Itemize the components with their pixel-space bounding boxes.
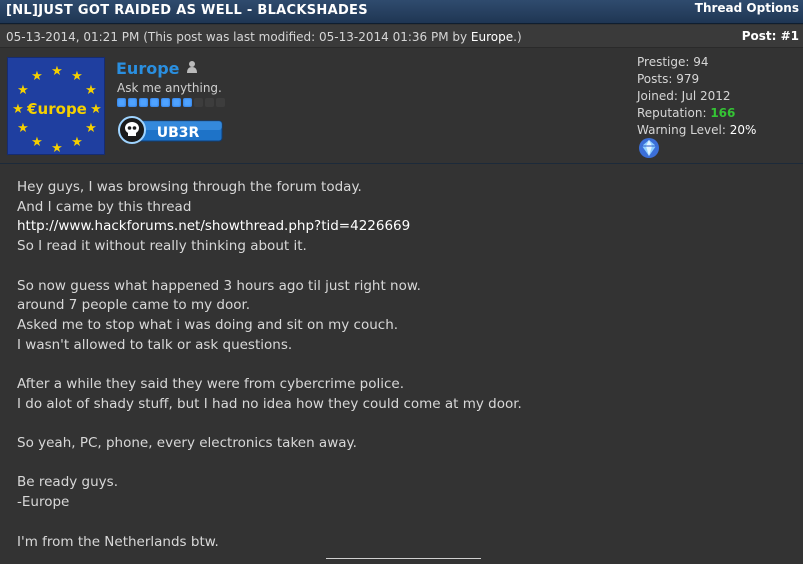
thread-header: [NL]JUST GOT RAIDED AS WELL - BLACKSHADE… bbox=[0, 0, 803, 24]
rep-pip bbox=[194, 98, 203, 107]
message-line: And I came by this thread bbox=[17, 198, 192, 215]
stat-prestige: Prestige: 94 bbox=[637, 55, 709, 69]
modified-by-user-link[interactable]: Europe bbox=[471, 30, 513, 44]
rep-pip bbox=[161, 98, 170, 107]
rep-pip bbox=[205, 98, 214, 107]
userbar-lettering: UB3R bbox=[157, 125, 200, 141]
online-status-icon bbox=[186, 59, 198, 78]
svg-text:★: ★ bbox=[90, 102, 102, 117]
thread-link[interactable]: http://www.hackforums.net/showthread.php… bbox=[17, 217, 787, 237]
post-number-link[interactable]: Post: #1 bbox=[742, 29, 799, 43]
message-line: So yeah, PC, phone, every electronics ta… bbox=[17, 435, 357, 452]
user-stats: Prestige: 94 Posts: 979 Joined: Jul 2012… bbox=[637, 54, 756, 139]
avatar[interactable]: ★ ★ ★ ★ ★ ★ ★ ★ ★ ★ ★ ★ €urope bbox=[7, 57, 105, 155]
rep-pip bbox=[216, 98, 225, 107]
username-link[interactable]: Europe bbox=[116, 59, 180, 78]
message-line: I do alot of shady stuff, but I had no i… bbox=[17, 395, 522, 412]
eu-flag-avatar-image: ★ ★ ★ ★ ★ ★ ★ ★ ★ ★ ★ ★ €urope bbox=[8, 58, 104, 155]
user-title: Ask me anything. bbox=[117, 81, 222, 95]
post-date: 05-13-2014, 01:21 PM bbox=[6, 30, 140, 44]
rep-pip bbox=[139, 98, 148, 107]
svg-text:★: ★ bbox=[71, 69, 83, 84]
svg-text:★: ★ bbox=[17, 83, 29, 98]
rep-pip bbox=[128, 98, 137, 107]
svg-text:★: ★ bbox=[31, 69, 43, 84]
post-message: Hey guys, I was browsing through the for… bbox=[17, 178, 787, 552]
reputation-value-link[interactable]: 166 bbox=[710, 106, 735, 120]
author-panel: ★ ★ ★ ★ ★ ★ ★ ★ ★ ★ ★ ★ €urope Europe As… bbox=[0, 49, 803, 164]
message-line: I wasn't allowed to talk or ask question… bbox=[17, 336, 293, 353]
stat-posts: Posts: 979 bbox=[637, 72, 700, 86]
svg-text:★: ★ bbox=[31, 135, 43, 150]
post-modified-prefix: (This post was last modified: 05-13-2014… bbox=[143, 30, 471, 44]
svg-text:★: ★ bbox=[71, 135, 83, 150]
post-modified-suffix: .) bbox=[513, 30, 522, 44]
svg-text:★: ★ bbox=[17, 121, 29, 136]
rep-pip bbox=[183, 98, 192, 107]
thread-title: [NL]JUST GOT RAIDED AS WELL - BLACKSHADE… bbox=[6, 3, 368, 18]
reputation-label: Reputation: bbox=[637, 106, 711, 120]
svg-text:★: ★ bbox=[85, 83, 97, 98]
message-line: Asked me to stop what i was doing and si… bbox=[17, 316, 399, 333]
message-line: Hey guys, I was browsing through the for… bbox=[17, 179, 362, 195]
warning-value: 20% bbox=[729, 123, 757, 137]
rep-pip bbox=[150, 98, 159, 107]
message-line: I'm from the Netherlands btw. bbox=[17, 533, 219, 550]
svg-text:★: ★ bbox=[51, 141, 63, 155]
post-date-line: 05-13-2014, 01:21 PM (This post was last… bbox=[6, 30, 522, 44]
thread-options-button[interactable]: Thread Options bbox=[695, 1, 799, 15]
post-meta-bar: 05-13-2014, 01:21 PM (This post was last… bbox=[0, 25, 803, 48]
avatar-lettering: €urope bbox=[26, 100, 87, 118]
message-line: So now guess what happened 3 hours ago t… bbox=[17, 277, 421, 294]
rep-pip bbox=[172, 98, 181, 107]
svg-text:★: ★ bbox=[51, 64, 63, 79]
ub3r-userbar: UB3R bbox=[118, 116, 224, 144]
message-line: So I read it without really thinking abo… bbox=[17, 238, 307, 255]
stat-reputation: Reputation: 166 bbox=[637, 105, 756, 122]
rep-pip bbox=[117, 98, 126, 107]
message-line: around 7 people came to my door. bbox=[17, 297, 251, 314]
signature-divider bbox=[326, 558, 481, 559]
warning-label: Warning Level: bbox=[637, 123, 730, 137]
message-line: Be ready guys. bbox=[17, 474, 118, 491]
message-line: After a while they said they were from c… bbox=[17, 376, 405, 392]
reputation-level-bar bbox=[117, 98, 225, 107]
svg-text:★: ★ bbox=[85, 121, 97, 136]
stat-joined: Joined: Jul 2012 bbox=[637, 89, 731, 103]
svg-text:★: ★ bbox=[12, 102, 24, 117]
diamond-award-icon[interactable] bbox=[638, 137, 660, 163]
message-line: -Europe bbox=[17, 494, 70, 511]
